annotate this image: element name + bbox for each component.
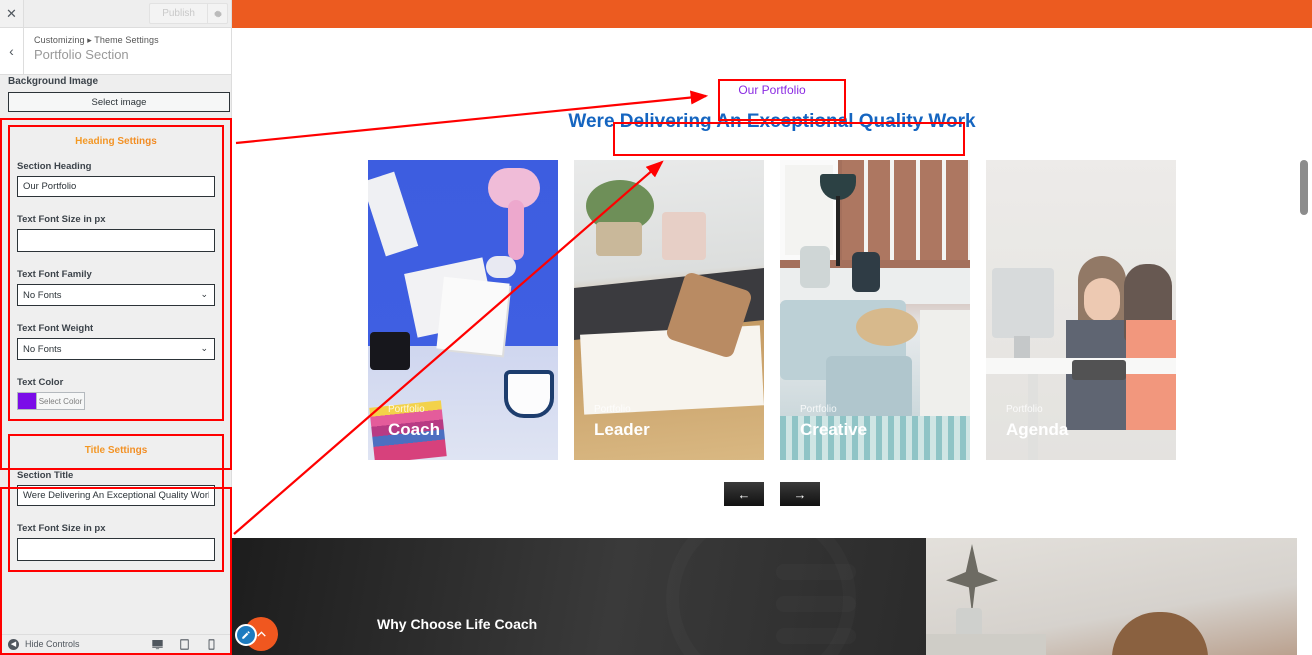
chevron-left-icon[interactable]: ‹ (0, 28, 24, 74)
portfolio-card-list: Portfolio Coach Portfolio Leader Portfol… (232, 160, 1312, 460)
portfolio-title: Were Delivering An Exceptional Quality W… (568, 111, 976, 132)
title-font-size-label: Text Font Size in px (17, 523, 106, 534)
heading-font-weight-label: Text Font Weight (17, 323, 94, 334)
why-choose-section: Why Choose Life Coach (232, 538, 1312, 655)
carousel-controls: ← → (232, 482, 1312, 506)
card-title: Coach (388, 420, 440, 439)
carousel-next-button[interactable]: → (780, 482, 820, 506)
sidebar-footer: ◀ Hide Controls (0, 634, 231, 655)
background-image-label: Background Image (8, 76, 99, 87)
why-choose-left: Why Choose Life Coach (232, 538, 926, 655)
chevron-left-collapse-icon[interactable]: ◀ (8, 638, 19, 650)
heading-font-family-select[interactable] (17, 284, 215, 306)
sidebar-body: Background Image Select image Heading Se… (0, 75, 231, 655)
heading-font-weight-wrap: ⌄ (17, 338, 215, 360)
tablet-icon[interactable] (178, 638, 191, 651)
pencil-icon (242, 631, 250, 639)
desktop-icon[interactable] (151, 638, 164, 651)
mobile-icon[interactable] (205, 638, 218, 651)
heading-font-family-label: Text Font Family (17, 269, 92, 280)
section-heading-label: Section Heading (17, 161, 92, 172)
gear-icon[interactable] (208, 3, 228, 24)
customizer-sidebar: ✕ Publish ‹ Customizing ▸ Theme Settings… (0, 0, 232, 655)
close-icon[interactable]: ✕ (0, 0, 24, 27)
title-font-size-input[interactable] (17, 538, 215, 561)
card-kicker: Portfolio (388, 404, 425, 415)
scrollbar-thumb[interactable] (1300, 160, 1308, 215)
card-title: Creative (800, 420, 868, 439)
device-preview-group (151, 638, 224, 651)
select-image-button[interactable]: Select image (8, 92, 230, 112)
heading-settings-title: Heading Settings (17, 136, 215, 147)
portfolio-section: Our Portfolio Were Delivering An Excepti… (232, 28, 1312, 538)
card-caption: Portfolio Leader (594, 402, 650, 442)
portfolio-card[interactable]: Portfolio Coach (368, 160, 558, 460)
breadcrumb: Customizing ▸ Theme Settings (34, 35, 159, 45)
page-title: Portfolio Section (34, 47, 129, 62)
section-title-label: Section Title (17, 470, 74, 481)
hide-controls-button[interactable]: Hide Controls (25, 639, 80, 649)
why-choose-title: Why Choose Life Coach (377, 616, 538, 632)
edit-button[interactable] (235, 624, 257, 646)
portfolio-card[interactable]: Portfolio Creative (780, 160, 970, 460)
card-kicker: Portfolio (800, 404, 837, 415)
portfolio-card[interactable]: Portfolio Leader (574, 160, 764, 460)
portfolio-card[interactable]: Portfolio Agenda (986, 160, 1176, 460)
portfolio-eyebrow: Our Portfolio (738, 83, 806, 97)
section-title-input[interactable] (17, 485, 215, 506)
heading-font-family-wrap: ⌄ (17, 284, 215, 306)
card-kicker: Portfolio (594, 404, 631, 415)
heading-font-size-label: Text Font Size in px (17, 214, 106, 225)
preview-scrollbar[interactable] (1297, 28, 1312, 655)
portfolio-header: Our Portfolio Were Delivering An Excepti… (232, 28, 1312, 133)
select-color-button[interactable]: Select Color (37, 392, 85, 410)
heading-settings-panel: Heading Settings Section Heading Text Fo… (8, 125, 224, 421)
publish-group: Publish (149, 0, 231, 27)
site-topbar (232, 0, 1312, 28)
sidebar-header: ‹ Customizing ▸ Theme Settings Portfolio… (0, 28, 231, 75)
card-title: Agenda (1006, 420, 1069, 439)
carousel-prev-button[interactable]: ← (724, 482, 764, 506)
card-caption: Portfolio Agenda (1006, 402, 1068, 442)
heading-font-weight-select[interactable] (17, 338, 215, 360)
sidebar-topbar: ✕ Publish (0, 0, 231, 28)
card-title: Leader (594, 420, 650, 439)
section-heading-input[interactable] (17, 176, 215, 197)
customizer-screen: ✕ Publish ‹ Customizing ▸ Theme Settings… (0, 0, 1312, 655)
heading-color-picker: Select Color (17, 392, 85, 410)
why-choose-photo (926, 538, 1312, 655)
color-swatch[interactable] (17, 392, 37, 410)
decorative-watermark (666, 538, 866, 655)
title-settings-title: Title Settings (17, 445, 215, 456)
card-caption: Portfolio Coach (388, 402, 440, 442)
heading-font-size-input[interactable] (17, 229, 215, 252)
publish-button[interactable]: Publish (149, 3, 208, 24)
title-settings-panel: Title Settings Section Title Text Font S… (8, 434, 224, 572)
sidebar-header-text: Customizing ▸ Theme Settings Portfolio S… (24, 28, 159, 74)
card-kicker: Portfolio (1006, 404, 1043, 415)
site-preview: Our Portfolio Were Delivering An Excepti… (232, 0, 1312, 655)
card-caption: Portfolio Creative (800, 402, 867, 442)
heading-text-color-label: Text Color (17, 377, 64, 388)
